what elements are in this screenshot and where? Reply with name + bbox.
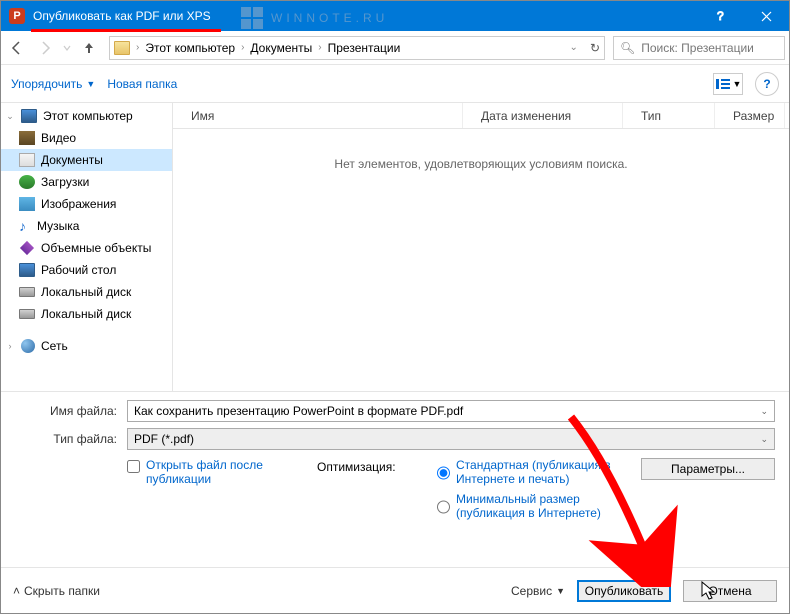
document-icon bbox=[19, 153, 35, 167]
parameters-button[interactable]: Параметры... bbox=[641, 458, 775, 480]
list-header: Имя Дата изменения Тип Размер bbox=[173, 103, 789, 129]
chevron-down-icon: ⌄ bbox=[760, 434, 768, 445]
forward-button[interactable] bbox=[33, 36, 57, 60]
search-input[interactable]: 🔍︎ Поиск: Презентации bbox=[613, 36, 785, 60]
drive-icon bbox=[19, 287, 35, 297]
svg-text:?: ? bbox=[717, 10, 724, 22]
search-icon: 🔍︎ bbox=[620, 41, 635, 55]
annotation-underline bbox=[31, 29, 221, 32]
tree-network[interactable]: › Сеть bbox=[1, 335, 172, 357]
chevron-right-icon: › bbox=[136, 42, 139, 53]
chevron-up-icon: ˄ bbox=[13, 584, 20, 598]
help-button[interactable]: ? bbox=[697, 1, 743, 31]
tree-item-drive[interactable]: Локальный диск bbox=[1, 281, 172, 303]
cancel-button[interactable]: Отмена bbox=[683, 580, 777, 602]
toolbar: Упорядочить ▼ Новая папка ▼ ? bbox=[1, 65, 789, 103]
music-icon: ♪ bbox=[19, 218, 31, 234]
address-bar[interactable]: › Этот компьютер › Документы › Презентац… bbox=[109, 36, 605, 60]
filename-label: Имя файла: bbox=[15, 404, 127, 418]
desktop-icon bbox=[19, 263, 35, 277]
search-placeholder: Поиск: Презентации bbox=[641, 41, 754, 55]
refresh-icon[interactable]: ↻ bbox=[590, 41, 600, 55]
hide-folders-button[interactable]: ˄ Скрыть папки bbox=[13, 584, 100, 598]
footer: ˄ Скрыть папки Сервис ▼ Опубликовать Отм… bbox=[1, 567, 789, 613]
window-title: Опубликовать как PDF или XPS bbox=[33, 9, 697, 23]
tree-item-images[interactable]: Изображения bbox=[1, 193, 172, 215]
column-type[interactable]: Тип bbox=[623, 103, 715, 128]
back-button[interactable] bbox=[5, 36, 29, 60]
save-options: Имя файла: Как сохранить презентацию Pow… bbox=[1, 391, 789, 592]
help-icon[interactable]: ? bbox=[755, 72, 779, 96]
filetype-label: Тип файла: bbox=[15, 432, 127, 446]
column-date[interactable]: Дата изменения bbox=[463, 103, 623, 128]
cube-icon bbox=[20, 241, 34, 255]
minimal-label[interactable]: Минимальный размер (публикация в Интерне… bbox=[456, 492, 637, 520]
breadcrumb[interactable]: Этот компьютер bbox=[145, 41, 235, 55]
open-after-label[interactable]: Открыть файл после публикации bbox=[146, 458, 317, 486]
new-folder-button[interactable]: Новая папка bbox=[107, 77, 177, 91]
column-size[interactable]: Размер bbox=[715, 103, 785, 128]
organize-button[interactable]: Упорядочить ▼ bbox=[11, 77, 95, 91]
tree-root-computer[interactable]: ⌄ Этот компьютер bbox=[1, 105, 172, 127]
tree-item-drive[interactable]: Локальный диск bbox=[1, 303, 172, 325]
chevron-down-icon: ▼ bbox=[86, 79, 95, 89]
chevron-down-icon: ▼ bbox=[556, 586, 565, 596]
drive-icon bbox=[19, 309, 35, 319]
network-icon bbox=[21, 339, 35, 353]
folder-tree: ⌄ Этот компьютер Видео Документы Загрузк… bbox=[1, 103, 173, 391]
monitor-icon bbox=[21, 109, 37, 123]
titlebar: P Опубликовать как PDF или XPS ? bbox=[1, 1, 789, 31]
tree-item-3d[interactable]: Объемные объекты bbox=[1, 237, 172, 259]
collapse-icon[interactable]: ⌄ bbox=[5, 111, 15, 122]
breadcrumb[interactable]: Документы bbox=[250, 41, 312, 55]
tree-item-video[interactable]: Видео bbox=[1, 127, 172, 149]
film-icon bbox=[19, 131, 35, 145]
breadcrumb[interactable]: Презентации bbox=[328, 41, 401, 55]
minimal-radio[interactable] bbox=[437, 494, 450, 520]
folder-icon bbox=[114, 41, 130, 55]
powerpoint-icon: P bbox=[9, 8, 25, 24]
tools-dropdown[interactable]: Сервис ▼ bbox=[511, 584, 565, 598]
close-button[interactable] bbox=[743, 1, 789, 31]
download-icon bbox=[19, 175, 35, 189]
tree-item-documents[interactable]: Документы bbox=[1, 149, 172, 171]
view-button[interactable]: ▼ bbox=[713, 73, 743, 95]
publish-button[interactable]: Опубликовать bbox=[577, 580, 671, 602]
image-icon bbox=[19, 197, 35, 211]
optimization-label: Оптимизация: bbox=[317, 458, 437, 526]
expand-icon[interactable]: › bbox=[5, 341, 15, 351]
standard-radio[interactable] bbox=[437, 460, 450, 486]
tree-item-music[interactable]: ♪Музыка bbox=[1, 215, 172, 237]
standard-label[interactable]: Стандартная (публикация в Интернете и пе… bbox=[456, 458, 637, 486]
history-dropdown[interactable] bbox=[61, 36, 73, 60]
tree-item-downloads[interactable]: Загрузки bbox=[1, 171, 172, 193]
chevron-down-icon[interactable]: ⌄ bbox=[570, 42, 578, 53]
empty-message: Нет элементов, удовлетворяющих условиям … bbox=[173, 129, 789, 391]
column-name[interactable]: Имя bbox=[173, 103, 463, 128]
filename-input[interactable]: Как сохранить презентацию PowerPoint в ф… bbox=[127, 400, 775, 422]
tree-item-desktop[interactable]: Рабочий стол bbox=[1, 259, 172, 281]
chevron-down-icon: ⌄ bbox=[760, 406, 768, 417]
chevron-right-icon: › bbox=[318, 42, 321, 53]
open-after-checkbox[interactable] bbox=[127, 460, 140, 473]
navbar: › Этот компьютер › Документы › Презентац… bbox=[1, 31, 789, 65]
chevron-right-icon: › bbox=[241, 42, 244, 53]
filetype-combo[interactable]: PDF (*.pdf) ⌄ bbox=[127, 428, 775, 450]
up-button[interactable] bbox=[77, 36, 101, 60]
